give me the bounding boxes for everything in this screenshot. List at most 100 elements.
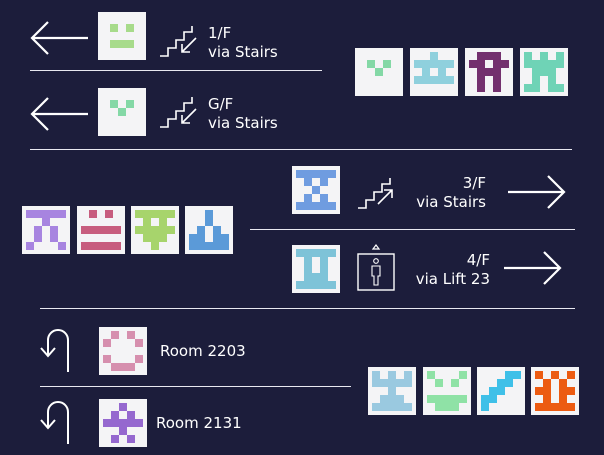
symbol-cell (127, 331, 135, 339)
symbol-cell (540, 60, 548, 68)
symbol-cell (320, 194, 328, 202)
symbol-cell (551, 403, 559, 411)
symbol-cell (197, 242, 205, 250)
symbol-cell (304, 257, 312, 265)
symbol-cell (388, 371, 396, 379)
symbol-cell (489, 387, 497, 395)
symbol-cell (497, 379, 505, 387)
stairs-down-icon (160, 97, 197, 128)
symbol-cell (485, 68, 493, 76)
symbol-cell (110, 100, 118, 108)
group-tile-c2 (423, 367, 471, 415)
symbol-cell (42, 218, 50, 226)
symbol-cell (143, 226, 151, 234)
symbol-cell (89, 242, 97, 250)
symbol-cell (213, 226, 221, 234)
symbol-cell (430, 76, 438, 84)
symbol-cell (103, 419, 111, 427)
symbol-cell (110, 40, 118, 48)
symbol-cell (135, 226, 143, 234)
symbol-cell (312, 170, 320, 178)
arrow-left-icon (30, 21, 88, 55)
symbol-cell (388, 379, 396, 387)
symbol-cell (485, 52, 493, 60)
symbol-cell (119, 403, 127, 411)
symbol-cell (127, 419, 135, 427)
group-tile-c4 (531, 367, 579, 415)
symbol-cell (513, 371, 521, 379)
symbol-cell (380, 379, 388, 387)
symbol-tile-3f (292, 166, 340, 214)
symbol-cell (151, 226, 159, 234)
symbol-cell (320, 202, 328, 210)
symbol-cell (501, 60, 509, 68)
symbol-cell (296, 202, 304, 210)
symbol-cell (304, 178, 312, 186)
stairs-down-icon (160, 26, 197, 57)
group-tile-a1 (355, 48, 403, 96)
symbol-cell (451, 395, 459, 403)
group-tile-a4-symbol (524, 52, 564, 92)
symbol-cell (197, 234, 205, 242)
arrow-left-icon (30, 97, 88, 131)
symbol-cell (535, 371, 543, 379)
symbol-tile-1f-symbol (110, 24, 134, 48)
symbol-cell (189, 234, 197, 242)
symbol-cell (451, 403, 459, 411)
symbol-cell (367, 60, 375, 68)
symbol-cell (505, 371, 513, 379)
symbol-cell (304, 281, 312, 289)
symbol-cell (328, 202, 336, 210)
route-label-gf: via Stairs (208, 114, 278, 132)
symbol-cell (493, 52, 501, 60)
symbol-cell (151, 210, 159, 218)
divider (40, 308, 575, 309)
symbol-cell (143, 234, 151, 242)
symbol-cell (167, 210, 175, 218)
floor-label-3f: 3/F (462, 174, 486, 192)
symbol-cell (535, 387, 543, 395)
symbol-cell (110, 24, 118, 32)
symbol-cell (551, 371, 559, 379)
symbol-cell (143, 218, 151, 226)
symbol-cell (532, 60, 540, 68)
symbol-cell (380, 395, 388, 403)
symbol-cell (213, 234, 221, 242)
symbol-cell (559, 387, 567, 395)
symbol-cell (111, 411, 119, 419)
symbol-cell (422, 76, 430, 84)
symbol-cell (477, 68, 485, 76)
symbol-cell (189, 242, 197, 250)
symbol-cell (414, 60, 422, 68)
group-tile-c3-symbol (481, 371, 521, 411)
symbol-cell (312, 273, 320, 281)
symbol-cell (105, 226, 113, 234)
symbol-cell (556, 84, 564, 92)
symbol-cell (119, 427, 127, 435)
symbol-cell (296, 281, 304, 289)
symbol-cell (320, 257, 328, 265)
symbol-cell (435, 403, 443, 411)
symbol-cell (89, 210, 97, 218)
symbol-cell (493, 76, 501, 84)
symbol-tile-room-2131 (99, 399, 147, 447)
symbol-cell (446, 60, 454, 68)
symbol-cell (304, 170, 312, 178)
symbol-cell (380, 403, 388, 411)
symbol-cell (50, 226, 58, 234)
symbol-cell (435, 395, 443, 403)
symbol-cell (197, 226, 205, 234)
symbol-cell (127, 411, 135, 419)
group-tile-b4-symbol (189, 210, 229, 250)
symbol-cell (567, 403, 575, 411)
symbol-cell (126, 40, 134, 48)
symbol-cell (81, 242, 89, 250)
symbol-tile-4f-symbol (296, 249, 336, 289)
symbol-cell (372, 371, 380, 379)
symbol-cell (477, 76, 485, 84)
symbol-cell (505, 379, 513, 387)
symbol-cell (213, 242, 221, 250)
symbol-cell (167, 226, 175, 234)
symbol-cell (135, 339, 143, 347)
symbol-cell (532, 84, 540, 92)
